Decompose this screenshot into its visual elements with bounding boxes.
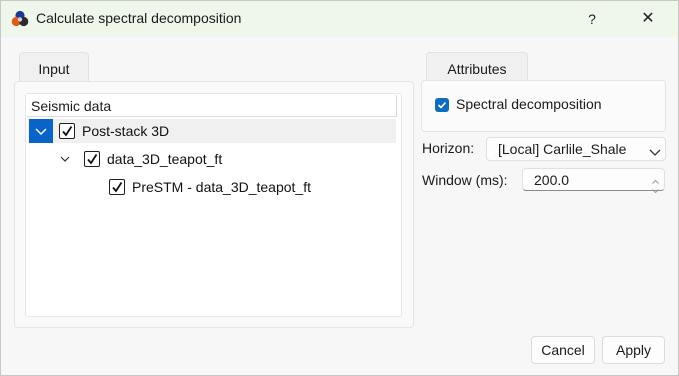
title-bar: Calculate spectral decomposition ? ✕: [1, 1, 678, 37]
item-checkbox[interactable]: [109, 179, 125, 195]
chevron-down-icon: [649, 144, 661, 160]
checkmark-icon: [437, 101, 447, 109]
checkmark-icon: [112, 182, 123, 193]
apply-button[interactable]: Apply: [602, 336, 665, 364]
item-checkbox[interactable]: [84, 151, 100, 167]
header-divider: [396, 95, 397, 117]
item-checkbox[interactable]: [59, 123, 75, 139]
help-button[interactable]: ?: [577, 7, 607, 31]
tree-item-post-stack-3d[interactable]: Post-stack 3D: [28, 119, 396, 143]
window-spinbox[interactable]: 200.0: [522, 168, 665, 194]
expand-toggle[interactable]: [29, 119, 53, 143]
horizon-select[interactable]: [Local] Carlile_Shale: [486, 137, 666, 161]
window-label: Window (ms):: [422, 172, 508, 188]
spectral-decomposition-label[interactable]: Spectral decomposition: [456, 96, 602, 112]
window-title: Calculate spectral decomposition: [36, 10, 242, 26]
spin-down-icon[interactable]: [651, 181, 660, 194]
tree-item-prestm[interactable]: PreSTM - data_3D_teapot_ft: [28, 175, 396, 199]
spectral-decomposition-dialog: Calculate spectral decomposition ? ✕ Inp…: [0, 0, 679, 376]
checkmark-icon: [62, 126, 73, 137]
spin-up-icon[interactable]: [651, 172, 660, 184]
cancel-button[interactable]: Cancel: [531, 336, 595, 364]
horizon-value: [Local] Carlile_Shale: [498, 141, 627, 157]
tab-input[interactable]: Input: [19, 52, 89, 84]
checkmark-icon: [87, 154, 98, 165]
window-value: 200.0: [534, 172, 570, 188]
tree-item-label: data_3D_teapot_ft: [107, 151, 223, 167]
close-button[interactable]: ✕: [633, 7, 663, 31]
chevron-down-icon[interactable]: [60, 154, 70, 164]
chevron-down-icon: [35, 128, 47, 135]
tree-item-label: PreSTM - data_3D_teapot_ft: [132, 179, 311, 195]
app-logo-icon: [11, 10, 29, 28]
tree-item-label: Post-stack 3D: [82, 123, 170, 139]
tree-column-header[interactable]: Seismic data: [27, 95, 397, 117]
horizon-label: Horizon:: [422, 140, 475, 156]
tree-item-data-3d-teapot-ft[interactable]: data_3D_teapot_ft: [28, 147, 396, 171]
seismic-data-tree[interactable]: Seismic data Post-stack 3D data_3D_teapo…: [25, 93, 402, 317]
spectral-decomposition-checkbox[interactable]: [435, 98, 449, 112]
